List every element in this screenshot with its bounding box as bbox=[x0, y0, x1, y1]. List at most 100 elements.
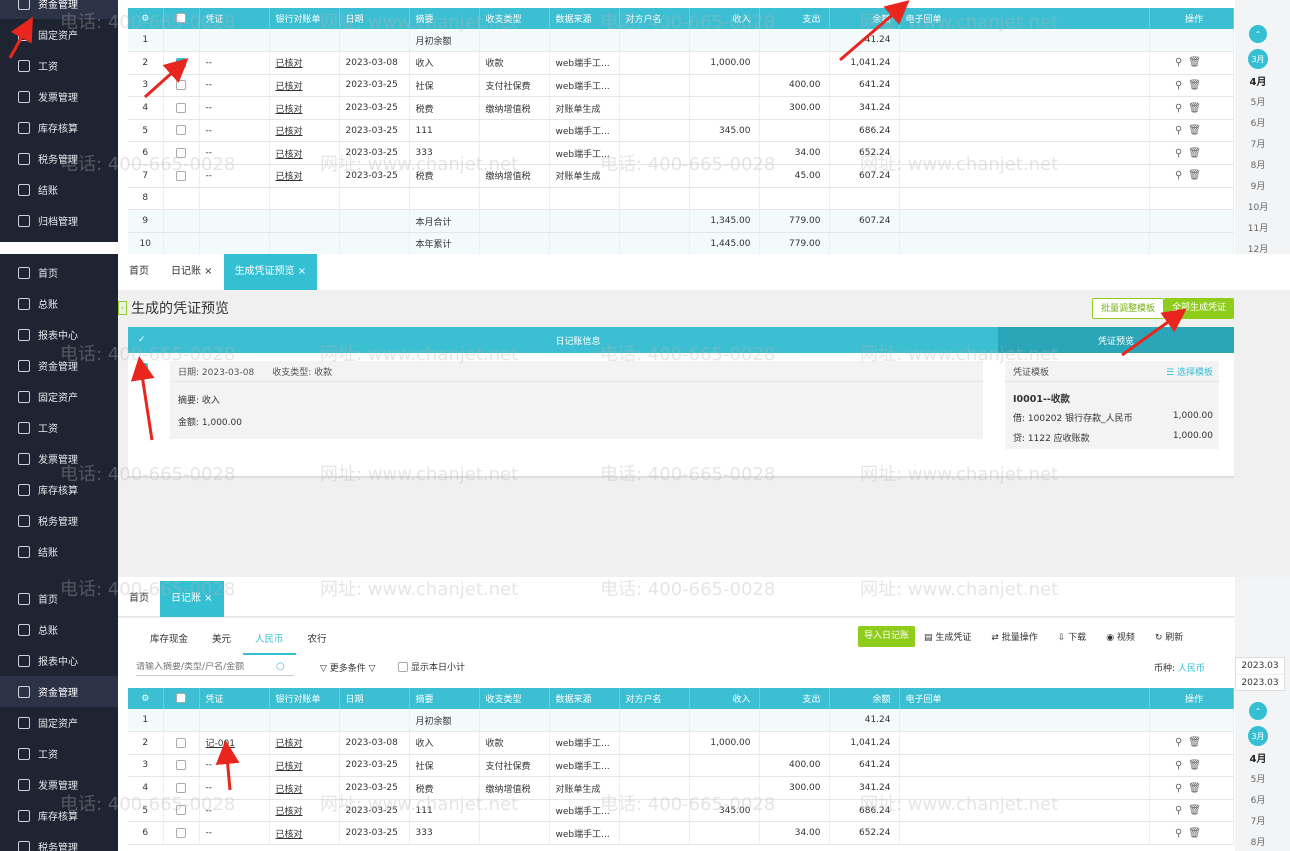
column-header[interactable]: 收支类型 bbox=[479, 8, 550, 29]
column-header[interactable]: 凭证 bbox=[199, 688, 270, 709]
month-item[interactable]: 4月 bbox=[1250, 72, 1267, 93]
table-row[interactable]: 1 月初余额 41.24 bbox=[128, 29, 1234, 53]
row-actions[interactable]: ⚲🗑 bbox=[1175, 760, 1207, 771]
sidebar-item[interactable]: 首页 bbox=[0, 257, 118, 288]
column-header[interactable]: 数据来源 bbox=[549, 688, 620, 709]
sidebar-item[interactable]: 资金管理 bbox=[0, 350, 118, 381]
month-item[interactable]: 6月 bbox=[1251, 791, 1266, 812]
import-journal-button[interactable]: 导入日记账 bbox=[858, 626, 916, 647]
sidebar-item[interactable]: 结账 bbox=[0, 536, 118, 567]
sidebar-item[interactable]: 税务管理 bbox=[0, 505, 118, 536]
column-header[interactable]: 收入 bbox=[689, 8, 760, 29]
row-actions[interactable]: ⚲🗑 bbox=[1175, 148, 1207, 159]
year-month-dropdown[interactable]: 2023.03 2023.03 bbox=[1235, 657, 1285, 691]
batch-adjust-template-button[interactable]: 批量调整模板 bbox=[1092, 298, 1165, 319]
month-item[interactable]: 8月 bbox=[1251, 156, 1266, 177]
row-actions[interactable]: ⚲🗑 bbox=[1175, 828, 1207, 839]
row-checkbox[interactable] bbox=[176, 828, 186, 839]
row-checkbox[interactable] bbox=[138, 363, 148, 373]
column-header[interactable]: 日期 bbox=[339, 688, 410, 709]
table-row[interactable]: 4 -- 已核对 2023-03-25 税费 缴纳增值税 对账单生成 300.00 341.24… bbox=[128, 96, 1234, 120]
table-row[interactable]: 4 -- 已核对 2023-03-25 税费 缴纳增值税 对账单生成 300.00 341.24… bbox=[128, 776, 1234, 800]
table-row[interactable]: 2 记-001 已核对 2023-03-08 收入 收款 web端手工... 1,000.00… bbox=[128, 731, 1234, 755]
table-row[interactable]: 6 -- 已核对 2023-03-25 333 web端手工... 34.00 652.24 ⚲… bbox=[128, 821, 1234, 846]
sidebar-item[interactable]: 归档管理 bbox=[0, 205, 118, 236]
chevron-up-icon[interactable]: ⌃ bbox=[1249, 702, 1267, 720]
row-actions[interactable]: ⚲🗑 bbox=[1175, 737, 1207, 748]
month-item[interactable]: 6月 bbox=[1251, 114, 1266, 135]
tab-journal[interactable]: 日记账 × bbox=[160, 254, 224, 290]
row-actions[interactable]: ⚲🗑 bbox=[1175, 170, 1207, 181]
table-row[interactable]: 8 bbox=[128, 187, 1234, 211]
settings-icon[interactable]: ⚙ bbox=[128, 688, 164, 709]
row-actions[interactable]: ⚲🗑 bbox=[1175, 783, 1207, 794]
sidebar-item[interactable]: 工资 bbox=[0, 50, 118, 81]
table-row[interactable]: 3 -- 已核对 2023-03-25 社保 支付社保费 web端手工... 400.00 64… bbox=[128, 74, 1234, 98]
row-checkbox[interactable] bbox=[176, 782, 186, 793]
row-actions[interactable]: ⚲🗑 bbox=[1175, 805, 1207, 816]
column-header[interactable]: 操作 bbox=[1149, 8, 1234, 29]
sidebar-item[interactable]: 税务管理 bbox=[0, 143, 118, 174]
month-item[interactable]: 5月 bbox=[1251, 93, 1266, 114]
sidebar-item[interactable]: 固定资产 bbox=[0, 381, 118, 412]
chevron-up-icon[interactable]: ⌃ bbox=[1249, 25, 1267, 43]
select-all-check[interactable]: ✓ bbox=[128, 335, 158, 345]
column-header[interactable]: 收入 bbox=[689, 688, 760, 709]
month-item[interactable]: 5月 bbox=[1251, 770, 1266, 791]
sidebar-item[interactable]: 工资 bbox=[0, 738, 118, 769]
more-conditions-dropdown[interactable]: ▽ 更多条件 ▽ bbox=[320, 661, 376, 674]
row-checkbox[interactable] bbox=[176, 80, 186, 91]
currency-tab[interactable]: 人民币 bbox=[243, 623, 296, 655]
column-header[interactable]: 收支类型 bbox=[479, 688, 550, 709]
sidebar-item[interactable]: 报表中心 bbox=[0, 319, 118, 350]
table-row[interactable]: 6 -- 已核对 2023-03-25 333 web端手工... 34.00 652.24 ⚲… bbox=[128, 141, 1234, 166]
tab-journal[interactable]: 日记账 × bbox=[160, 580, 224, 617]
column-header[interactable]: 银行对账单 bbox=[269, 8, 340, 29]
row-checkbox[interactable] bbox=[176, 57, 186, 68]
column-header[interactable]: 数据来源 bbox=[549, 8, 620, 29]
month-item[interactable]: 7月 bbox=[1251, 812, 1266, 833]
sidebar-item[interactable]: 结账 bbox=[0, 174, 118, 205]
sidebar-item[interactable]: 资金管理 bbox=[0, 676, 118, 707]
subtotal-checkbox[interactable] bbox=[398, 661, 408, 672]
column-header[interactable]: 支出 bbox=[759, 8, 830, 29]
settings-icon[interactable]: ⚙ bbox=[128, 8, 164, 29]
column-header[interactable]: 凭证 bbox=[199, 8, 270, 29]
row-checkbox[interactable] bbox=[176, 125, 186, 136]
select-all-checkbox[interactable] bbox=[176, 13, 186, 24]
sidebar-item[interactable]: 固定资产 bbox=[0, 19, 118, 50]
table-row[interactable]: 5 -- 已核对 2023-03-25 111 web端手工... 345.00 686.24… bbox=[128, 119, 1234, 143]
sidebar-item[interactable]: 资金管理 bbox=[0, 0, 118, 19]
column-header[interactable]: 支出 bbox=[759, 688, 830, 709]
sidebar-item[interactable]: 发票管理 bbox=[0, 443, 118, 474]
table-row[interactable]: 7 -- 已核对 2023-03-25 税费 缴纳增值税 对账单生成 45.00 607.24 ⚲… bbox=[128, 164, 1234, 188]
month-item[interactable]: 10月 bbox=[1248, 198, 1268, 219]
search-icon[interactable]: ○ bbox=[276, 661, 285, 672]
tab-home[interactable]: 首页 bbox=[118, 254, 160, 290]
month-item[interactable]: 8月 bbox=[1251, 833, 1266, 851]
column-header[interactable]: 操作 bbox=[1149, 688, 1234, 709]
generate-all-vouchers-button[interactable]: 全部生成凭证 bbox=[1164, 298, 1235, 319]
sidebar-item[interactable]: 总账 bbox=[0, 288, 118, 319]
table-row[interactable]: 3 -- 已核对 2023-03-25 社保 支付社保费 web端手工... 400.00 64… bbox=[128, 754, 1234, 778]
sidebar-item[interactable]: 报表中心 bbox=[0, 645, 118, 676]
row-actions[interactable]: ⚲🗑 bbox=[1175, 125, 1207, 136]
row-checkbox[interactable] bbox=[176, 102, 186, 113]
month-item[interactable]: 3月 bbox=[1248, 49, 1268, 69]
search-box[interactable]: ○ bbox=[136, 658, 294, 676]
sidebar-item[interactable]: 总账 bbox=[0, 614, 118, 645]
column-header[interactable]: 电子回单 bbox=[899, 688, 1150, 709]
currency-select[interactable]: 币种: 人民币 bbox=[1154, 661, 1205, 674]
currency-tab[interactable]: 美元 bbox=[200, 623, 243, 655]
toolbar-button[interactable]: ▤ 生成凭证 bbox=[924, 630, 971, 643]
row-actions[interactable]: ⚲🗑 bbox=[1175, 103, 1207, 114]
toolbar-button[interactable]: ⇄ 批量操作 bbox=[991, 630, 1037, 643]
column-header[interactable]: 电子回单 bbox=[899, 8, 1150, 29]
sidebar-item[interactable]: 库存核算 bbox=[0, 474, 118, 505]
tab-voucher-preview[interactable]: 生成凭证预览 × bbox=[223, 254, 318, 290]
row-actions[interactable]: ⚲🗑 bbox=[1175, 80, 1207, 91]
sidebar-item[interactable]: 固定资产 bbox=[0, 707, 118, 738]
tab-home[interactable]: 首页 bbox=[118, 581, 160, 617]
column-header[interactable]: 摘要 bbox=[409, 688, 480, 709]
month-item[interactable]: 7月 bbox=[1251, 135, 1266, 156]
